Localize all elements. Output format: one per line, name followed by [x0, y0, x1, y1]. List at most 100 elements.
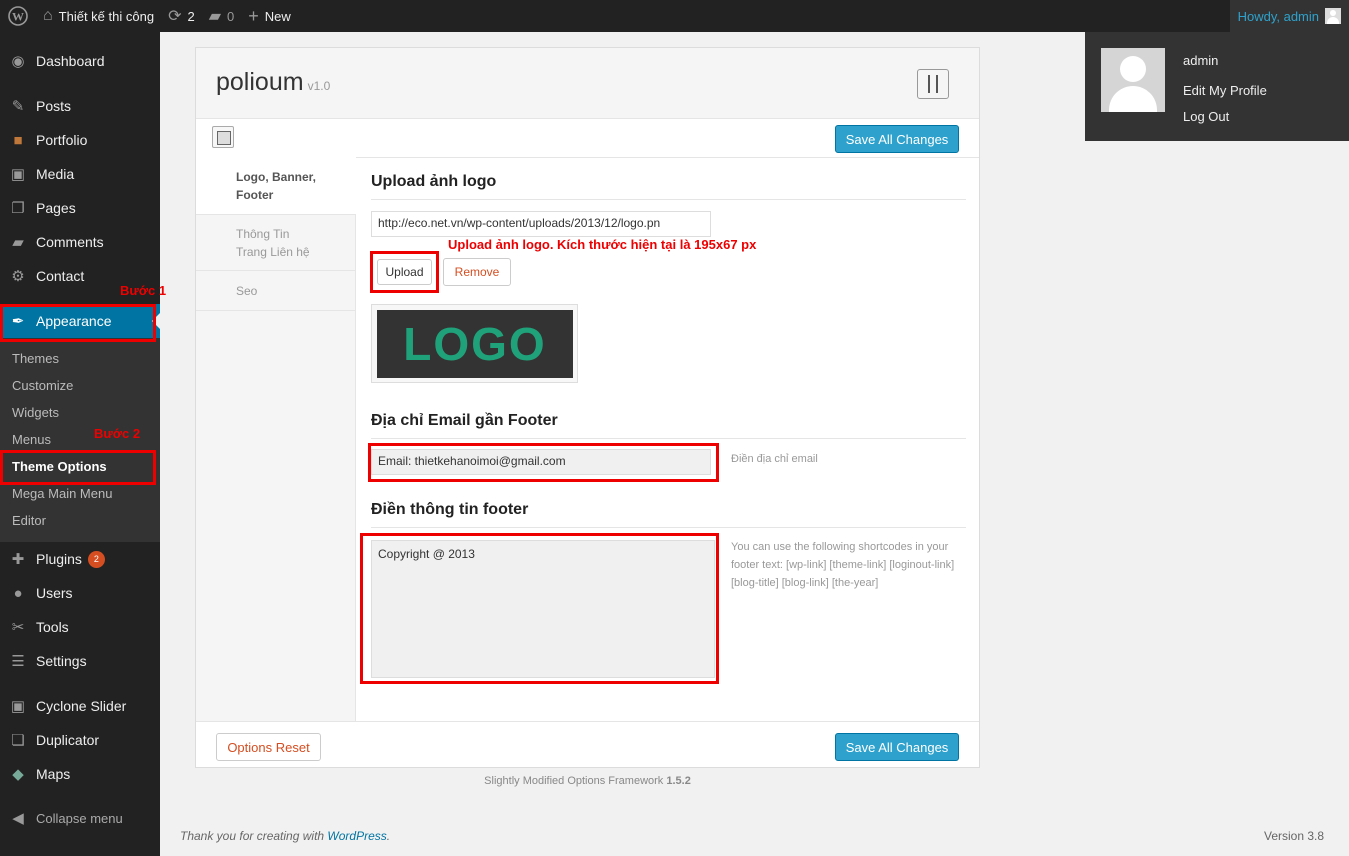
section-divider — [371, 438, 966, 439]
svg-text:W: W — [12, 10, 24, 24]
sidebar-item-label: Portfolio — [36, 132, 88, 148]
sidebar-item-label: Contact — [36, 268, 85, 284]
comments-count: 0 — [227, 8, 235, 24]
user-display-name[interactable]: admin — [1183, 53, 1218, 68]
logo-image: LOGO — [377, 310, 573, 378]
sidebar-item-pages[interactable]: ❐ Pages — [0, 191, 160, 225]
user-icon: ● — [13, 584, 23, 602]
edit-profile-link[interactable]: Edit My Profile — [1183, 83, 1267, 98]
options-header: polioum v1.0 — [196, 48, 979, 119]
sidebar-item-dashboard[interactable]: ◉ Dashboard — [0, 44, 160, 78]
site-name: Thiết kế thi công — [58, 8, 155, 24]
submenu-item-mega-main-menu[interactable]: Mega Main Menu — [12, 486, 112, 501]
section-divider — [371, 527, 966, 528]
submenu-item-menus[interactable]: Menus — [12, 432, 51, 447]
submenu-item-themes[interactable]: Themes — [12, 351, 59, 366]
sidebar-item-label: Settings — [36, 653, 87, 669]
submenu-item-widgets[interactable]: Widgets — [12, 405, 59, 420]
new-content-link[interactable]: + New — [241, 0, 298, 32]
options-reset-button[interactable]: Options Reset — [216, 733, 321, 761]
step2-label: Bước 2 — [94, 426, 141, 441]
email-highlight-box — [368, 443, 719, 482]
sidebar-item-label: Pages — [36, 200, 76, 216]
pin-icon: ✎ — [11, 98, 25, 115]
sidebar-item-cyclone-slider[interactable]: ▣ Cyclone Slider — [0, 689, 160, 723]
sidebar-item-label: Comments — [36, 234, 104, 250]
sidebar-item-label: Duplicator — [36, 732, 100, 748]
admin-bar: W ⌂ Thiết kế thi công ⟳ 2 ▰ 0 + New Howd… — [0, 0, 1349, 32]
sidebar-item-duplicator[interactable]: ❏ Duplicator — [0, 723, 160, 757]
step1-label: Bước 1 — [120, 283, 167, 298]
framework-note: Slightly Modified Options Framework 1.5.… — [0, 775, 1175, 787]
footer-helper-text: You can use the following shortcodes in … — [731, 541, 955, 589]
updates-link[interactable]: ⟳ 2 — [161, 0, 202, 32]
thanks-text: Thank you for creating with — [180, 829, 328, 843]
settings-icon: ☰ — [11, 653, 25, 670]
thanks-suffix: . — [386, 829, 391, 843]
tab-seo[interactable]: Seo — [196, 271, 356, 311]
options-toolbar: Save All Changes — [196, 120, 979, 158]
pages-icon: ❐ — [11, 200, 25, 217]
options-footer-bar: Options Reset Save All Changes — [196, 721, 979, 767]
collapse-menu-button[interactable]: ◀ Collapse menu — [0, 801, 160, 835]
updates-count: 2 — [187, 8, 195, 24]
sidebar-item-label: Plugins — [36, 551, 82, 567]
sidebar-item-label: Users — [36, 585, 73, 601]
sidebar-item-label: Posts — [36, 98, 72, 114]
save-all-changes-bottom-button[interactable]: Save All Changes — [835, 733, 959, 761]
avatar[interactable] — [1101, 48, 1165, 112]
appearance-highlight-box — [0, 304, 156, 342]
sidebar-item-label: Cyclone Slider — [36, 698, 127, 714]
howdy-text: Howdy, admin — [1237, 8, 1319, 24]
comments-link[interactable]: ▰ 0 — [202, 0, 242, 32]
logout-link[interactable]: Log Out — [1183, 109, 1229, 124]
remove-button[interactable]: Remove — [443, 258, 511, 286]
sidebar-item-users[interactable]: ● Users — [0, 576, 160, 610]
sidebar-item-label: Dashboard — [36, 53, 105, 69]
logo-url-input[interactable]: http://eco.net.vn/wp-content/uploads/201… — [371, 211, 711, 237]
footer-thanks: Thank you for creating with WordPress. — [180, 829, 390, 843]
media-icon: ▣ — [10, 698, 26, 715]
footer-highlight-box — [360, 533, 719, 684]
sidebar-item-comments[interactable]: ▰ Comments — [0, 225, 160, 259]
plug-icon: ✚ — [11, 551, 25, 568]
site-name-link[interactable]: ⌂ Thiết kế thi công — [36, 0, 161, 32]
section-divider — [371, 199, 966, 200]
wordpress-link[interactable]: WordPress — [327, 829, 386, 843]
gear-icon: ⚙ — [11, 268, 25, 285]
copy-icon: ❏ — [11, 732, 25, 749]
sidebar-item-tools[interactable]: ✂ Tools — [0, 610, 160, 644]
my-account-link[interactable]: Howdy, admin — [1229, 0, 1349, 32]
sidebar-item-settings[interactable]: ☰ Settings — [0, 644, 160, 678]
sidebar-item-media[interactable]: ▣ Media — [0, 157, 160, 191]
sidebar-item-posts[interactable]: ✎ Posts — [0, 89, 160, 123]
theme-version: v1.0 — [307, 79, 331, 93]
new-label: New — [264, 8, 291, 24]
framework-version: 1.5.2 — [666, 775, 691, 787]
framework-name: Slightly Modified Options Framework — [484, 775, 664, 787]
upload-note-label: Upload ảnh logo. Kích thước hiện tại là … — [448, 237, 757, 252]
home-icon: ⌂ — [43, 7, 53, 24]
sidebar-item-label: Tools — [36, 619, 69, 635]
submenu-item-customize[interactable]: Customize — [12, 378, 73, 393]
upload-highlight-box — [370, 251, 439, 293]
email-section-title: Địa chỉ Email gần Footer — [371, 412, 558, 429]
media-icon: ▣ — [10, 166, 26, 183]
tab-logo-banner-footer[interactable]: Logo, Banner, Footer — [196, 157, 356, 215]
briefcase-icon: ■ — [13, 131, 23, 149]
sidebar-item-portfolio[interactable]: ■ Portfolio — [0, 123, 160, 157]
submenu-item-editor[interactable]: Editor — [12, 513, 46, 528]
expand-icon[interactable] — [212, 126, 234, 148]
sidebar-item-plugins[interactable]: ✚ Plugins 2 — [0, 542, 160, 576]
collapse-label: Collapse menu — [36, 810, 123, 826]
theme-name: polioum — [216, 68, 304, 96]
wrench-icon: ✂ — [11, 619, 25, 636]
wordpress-logo-icon[interactable]: W — [0, 0, 36, 32]
logo-section-title: Upload ảnh logo — [371, 173, 497, 190]
tab-contact-info[interactable]: Thông Tin Trang Liên hệ — [196, 215, 356, 271]
sliders-icon[interactable] — [917, 69, 949, 99]
save-all-changes-top-button[interactable]: Save All Changes — [835, 125, 959, 153]
refresh-icon: ⟳ — [168, 8, 182, 25]
theme-title: polioum v1.0 — [216, 68, 330, 97]
logo-preview: LOGO — [371, 304, 578, 383]
